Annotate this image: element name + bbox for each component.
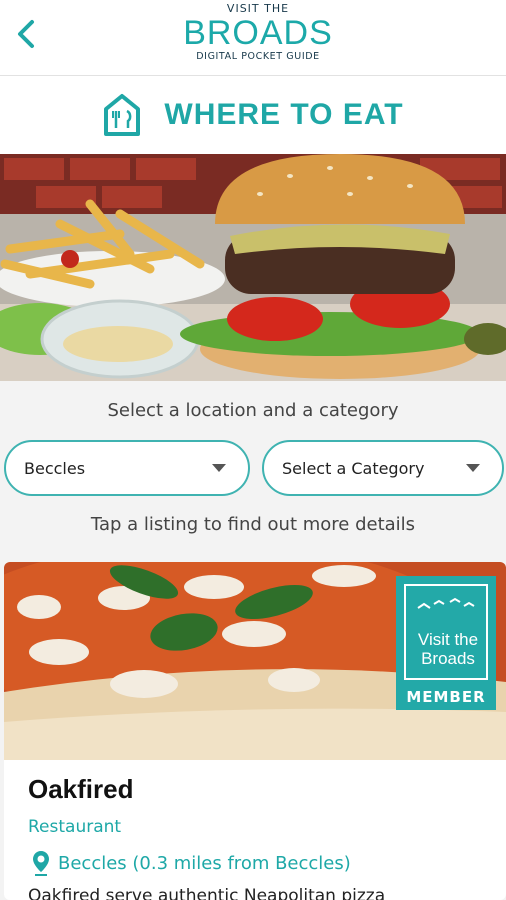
- section-header: WHERE TO EAT: [0, 76, 506, 154]
- back-button[interactable]: [8, 14, 42, 54]
- listing-name: Oakfired: [28, 774, 134, 804]
- page-title: WHERE TO EAT: [164, 98, 404, 131]
- chevron-left-icon: [18, 20, 34, 48]
- filter-prompt: Select a location and a category: [107, 400, 399, 421]
- member-badge: Visit the Broads MEMBER: [396, 576, 496, 710]
- brand-sub: DIGITAL POCKET GUIDE: [196, 51, 320, 62]
- member-badge-frame: Visit the Broads: [404, 584, 488, 680]
- app-bar: VISIT THE BROADS DIGITAL POCKET GUIDE: [0, 0, 506, 76]
- category-select-value: Select a Category: [282, 458, 425, 478]
- listing-location: Beccles (0.3 miles from Beccles): [32, 850, 351, 876]
- listing-location-text: Beccles (0.3 miles from Beccles): [58, 852, 351, 874]
- brand-logo: VISIT THE BROADS DIGITAL POCKET GUIDE: [130, 3, 386, 63]
- birds-icon: [417, 597, 475, 609]
- listing-category: Restaurant: [28, 817, 122, 837]
- hero-image: [0, 154, 506, 381]
- listing-hint: Tap a listing to find out more details: [90, 514, 416, 535]
- listing-image: Visit the Broads MEMBER: [4, 562, 506, 760]
- badge-line2: Broads: [421, 649, 475, 668]
- member-badge-text: Visit the Broads: [406, 630, 490, 668]
- brand-main: BROADS: [183, 14, 333, 52]
- chevron-down-icon: [212, 464, 226, 472]
- location-select-value: Beccles: [24, 458, 86, 478]
- member-label: MEMBER: [406, 688, 486, 706]
- listing-description: Oakfired serve authentic Neapolitan pizz…: [28, 886, 386, 900]
- listing-card[interactable]: Visit the Broads MEMBER Oakfired Restaur…: [4, 562, 506, 900]
- category-select[interactable]: Select a Category: [262, 440, 504, 496]
- chevron-down-icon: [466, 464, 480, 472]
- location-select[interactable]: Beccles: [4, 440, 250, 496]
- restaurant-house-icon: [104, 94, 141, 136]
- location-pin-icon: [33, 851, 49, 876]
- badge-line1: Visit the: [417, 630, 479, 649]
